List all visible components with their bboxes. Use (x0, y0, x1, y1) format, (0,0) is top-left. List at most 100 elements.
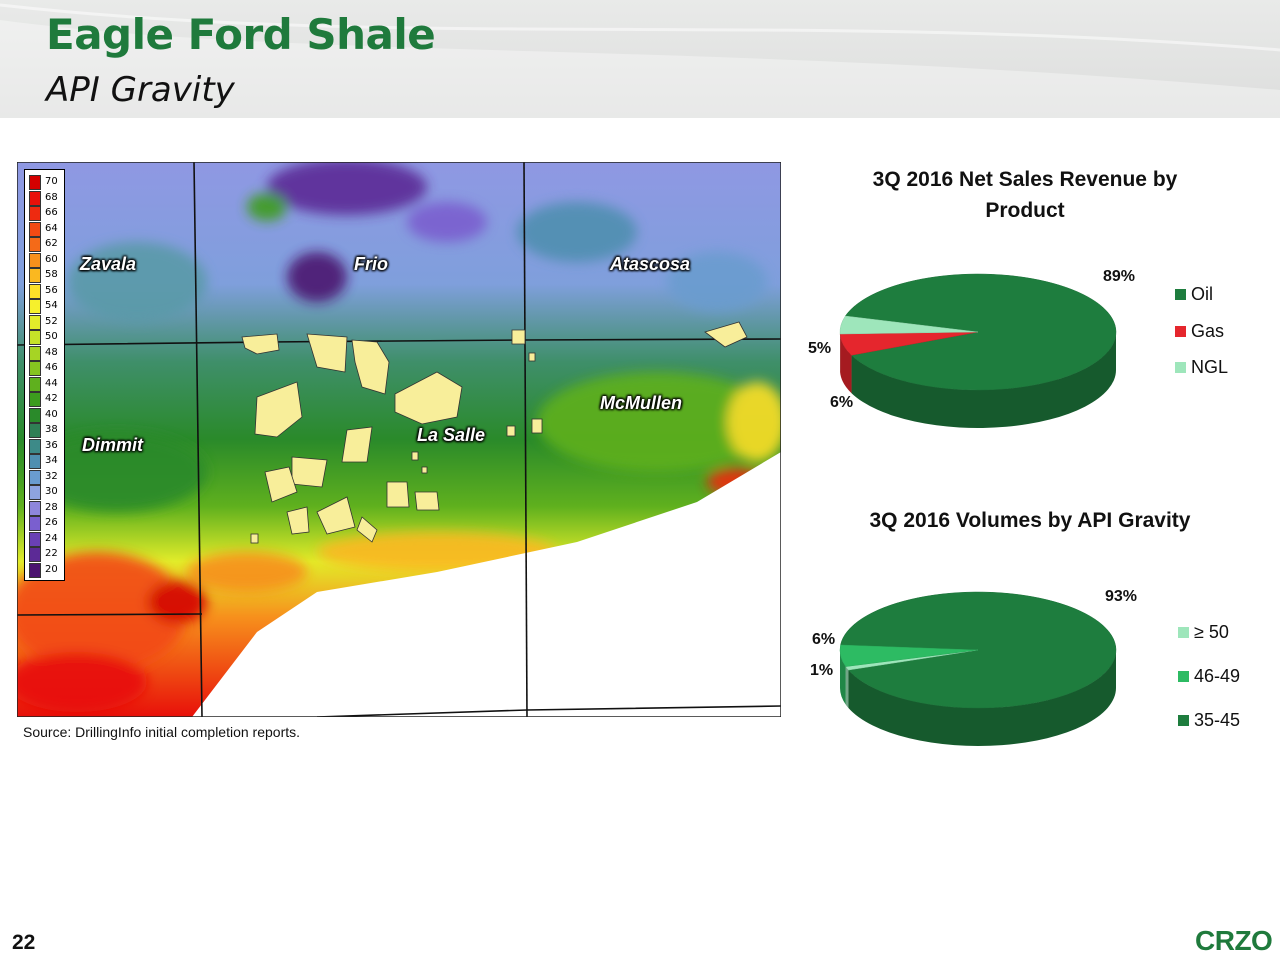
legend-label: NGL (1191, 357, 1229, 377)
legend-step-48: 48 (29, 345, 64, 361)
legend-swatch (29, 454, 41, 469)
api-gravity-color-legend: 70 68 66 64 62 60 58 56 54 52 50 48 46 44 42 40 38 36 34 32… (24, 169, 65, 581)
legend-swatch (29, 469, 41, 485)
page-number: 22 (12, 931, 36, 954)
legend-swatch (1175, 326, 1186, 337)
legend-swatch (29, 361, 41, 376)
legend-value: 52 (45, 315, 58, 327)
legend-swatch (29, 376, 41, 392)
legend-swatch (1175, 362, 1186, 373)
legend-step-38: 38 (29, 422, 64, 438)
legend-swatch (29, 237, 41, 252)
legend-swatch (29, 190, 41, 206)
legend-step-60: 60 (29, 252, 64, 268)
legend-value: 70 (45, 176, 58, 187)
legend-step-54: 54 (29, 298, 64, 314)
legend-value: 28 (45, 501, 58, 513)
legend-step-36: 36 (29, 438, 64, 454)
legend-swatch (29, 531, 41, 547)
page-title: Eagle Ford Shale (46, 10, 436, 59)
pie1-label-gas: 6% (830, 394, 854, 411)
legend-label: Gas (1191, 321, 1225, 341)
revenue-pie-chart (839, 273, 1117, 428)
pie2-side-0 (845, 666, 849, 709)
legend-step-56: 56 (29, 283, 64, 299)
legend-value: 22 (45, 548, 58, 559)
page-subtitle: API Gravity (46, 70, 235, 110)
revenue-chart-title-line2: Product (985, 199, 1065, 222)
legend-step-26: 26 (29, 515, 64, 531)
legend-value: 32 (45, 470, 58, 482)
legend-step-20: 20 (29, 562, 64, 578)
legend-swatch (29, 407, 41, 423)
legend-step-62: 62 (29, 236, 64, 252)
legend-step-64: 64 (29, 221, 64, 237)
revenue-chart-title-line1: 3Q 2016 Net Sales Revenue by (872, 168, 1178, 191)
legend-swatch (29, 345, 41, 361)
legend-value: 40 (45, 408, 58, 420)
source-note: Source: DrillingInfo initial completion … (23, 724, 301, 740)
legend-step-30: 30 (29, 484, 64, 500)
legend-value: 68 (45, 191, 58, 203)
legend-step-34: 34 (29, 453, 64, 469)
legend-step-44: 44 (29, 376, 64, 392)
legend-value: 46 (45, 362, 58, 373)
legend-swatch (29, 438, 41, 454)
pie2-label-35-45: 93% (1105, 588, 1138, 605)
legend-label: 35-45 (1194, 710, 1241, 730)
county-label-dimmit: Dimmit (82, 435, 144, 455)
pie2-label-50-plus: 1% (810, 662, 834, 679)
county-label-zavala: Zavala (80, 254, 137, 274)
legend-value: 42 (45, 393, 58, 404)
legend-swatch (29, 206, 41, 221)
legend-swatch (29, 392, 41, 407)
legend-value: 58 (45, 269, 58, 280)
county-label-frio: Frio (354, 254, 388, 274)
legend-step-58: 58 (29, 267, 64, 283)
legend-value: 36 (45, 439, 58, 451)
legend-value: 38 (45, 424, 58, 435)
legend-swatch (29, 268, 41, 283)
legend-swatch (29, 330, 41, 345)
county-label-la-salle: La Salle (417, 425, 486, 445)
legend-value: 24 (45, 532, 58, 544)
revenue-chart-title: 3Q 2016 Net Sales Revenue by Product (840, 164, 1210, 226)
legend-label: Oil (1191, 284, 1213, 304)
legend-swatch (1175, 289, 1186, 300)
legend-step-52: 52 (29, 314, 64, 330)
legend-swatch (1178, 627, 1189, 638)
legend-step-28: 28 (29, 500, 64, 516)
legend-value: 44 (45, 377, 58, 389)
legend-value: 54 (45, 300, 58, 311)
legend-value: 48 (45, 346, 58, 358)
volumes-pie-chart (839, 591, 1117, 746)
legend-value: 50 (45, 331, 58, 342)
legend-swatch (1178, 671, 1189, 682)
slide-header: Eagle Ford Shale API Gravity (0, 0, 1280, 118)
legend-value: 64 (45, 222, 58, 234)
pie2-label-46-49: 6% (812, 631, 836, 648)
company-logo-text: CRZO (1195, 925, 1273, 956)
county-label-atascosa: Atascosa (610, 254, 691, 274)
legend-swatch (29, 547, 41, 562)
volumes-chart-title-line1: 3Q 2016 Volumes by API Gravity (869, 509, 1191, 532)
legend-swatch (1178, 715, 1189, 726)
legend-step-70: 70 (29, 174, 64, 190)
volumes-chart-title: 3Q 2016 Volumes by API Gravity (840, 505, 1220, 536)
legend-value: 56 (45, 284, 58, 296)
legend-step-68: 68 (29, 190, 64, 206)
legend-step-22: 22 (29, 546, 64, 562)
legend-value: 30 (45, 486, 58, 497)
legend-value: 34 (45, 455, 58, 466)
legend-step-46: 46 (29, 360, 64, 376)
legend-swatch (29, 175, 41, 190)
legend-step-50: 50 (29, 329, 64, 345)
legend-step-24: 24 (29, 531, 64, 547)
legend-label: ≥ 50 (1194, 622, 1229, 642)
legend-swatch (29, 283, 41, 299)
legend-value: 62 (45, 238, 58, 249)
legend-swatch (29, 562, 41, 578)
county-label-mcmullen: McMullen (600, 393, 683, 413)
legend-swatch (29, 485, 41, 500)
legend-swatch (29, 221, 41, 237)
